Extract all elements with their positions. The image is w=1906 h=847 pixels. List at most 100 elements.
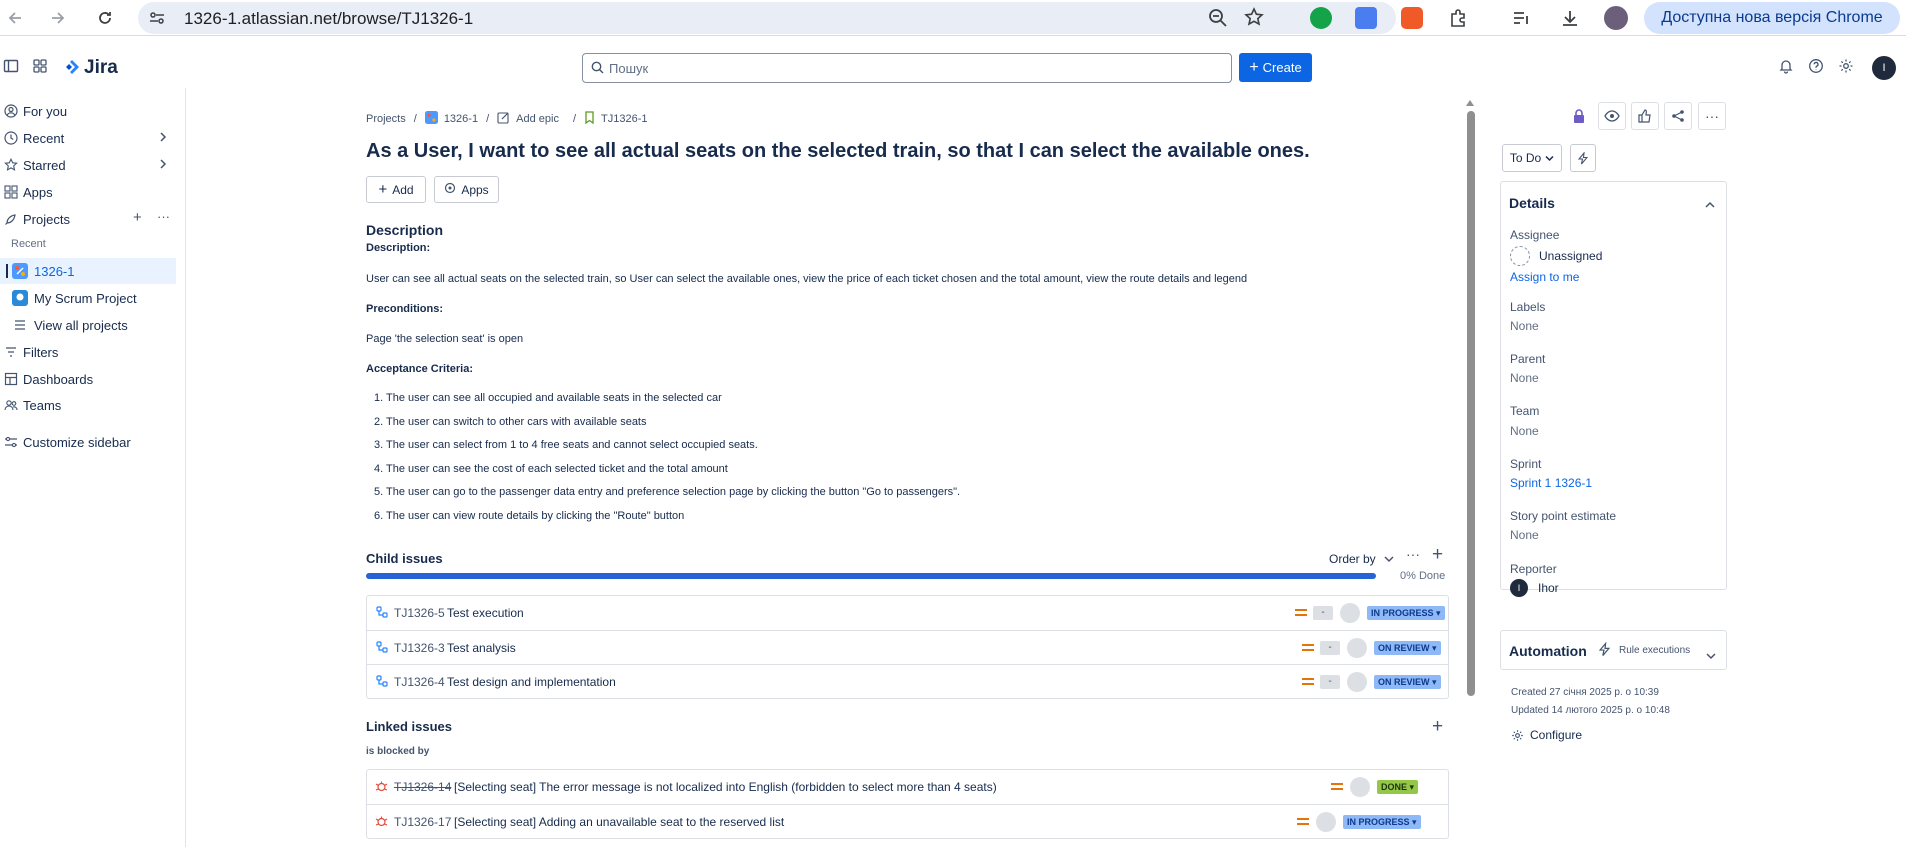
apps-button[interactable]: Apps [434,176,499,203]
site-settings-icon[interactable] [148,9,166,32]
story-points-value[interactable]: None [1510,528,1539,542]
search-input[interactable]: Пошук [582,53,1232,83]
main-scrollbar[interactable] [1464,95,1476,696]
status-badge[interactable]: ON REVIEW ▾ [1374,641,1441,655]
table-row[interactable]: TJ1326-17 [Selecting seat] Adding an una… [367,804,1448,838]
share-icon[interactable] [1664,102,1692,130]
assign-to-me-link[interactable]: Assign to me [1510,270,1579,284]
estimate[interactable]: - [1320,641,1340,655]
issue-key[interactable]: TJ1326-17 [394,815,451,829]
back-icon[interactable] [3,6,27,30]
issue-summary[interactable]: Test design and implementation [447,675,616,689]
sidebar-item-projects[interactable]: Projects + ··· [0,206,176,232]
translate-extension-icon[interactable] [1355,7,1377,29]
status-badge[interactable]: IN PROGRESS ▾ [1343,815,1421,829]
assignee-value[interactable]: Unassigned [1539,249,1602,263]
estimate[interactable]: - [1313,606,1333,620]
download-icon[interactable] [1558,6,1582,30]
assignee-avatar-icon[interactable] [1340,603,1360,623]
status-badge[interactable]: IN PROGRESS ▾ [1367,606,1445,620]
address-bar[interactable]: 1326-1.atlassian.net/browse/TJ1326-1 [138,2,1396,34]
sidebar-item-dashboards[interactable]: Dashboards [0,366,176,392]
recorder-extension-icon[interactable] [1401,7,1423,29]
add-child-issue-icon[interactable]: + [1432,544,1443,566]
sidebar-item-filters[interactable]: Filters [0,339,176,365]
chevron-down-icon[interactable] [1706,647,1716,665]
description-text[interactable]: User can see all actual seats on the sel… [366,273,1247,285]
automation-card[interactable]: Automation Rule executions [1500,630,1727,670]
reading-list-icon[interactable] [1509,6,1533,30]
sidebar-toggle-icon[interactable] [3,58,19,79]
assignee-avatar-icon[interactable] [1347,672,1367,692]
issue-key[interactable]: TJ1326-14 [394,780,451,794]
table-row[interactable]: TJ1326-3 Test analysis - ON REVIEW ▾ [367,630,1448,664]
sprint-link[interactable]: Sprint 1 1326-1 [1510,476,1592,490]
sidebar-item-apps[interactable]: Apps [0,179,176,205]
app-switcher-icon[interactable] [32,58,48,79]
sidebar-item-recent[interactable]: Recent [0,125,176,151]
breadcrumb-issue-key[interactable]: TJ1326-1 [601,113,647,125]
scrollbar-thumb[interactable] [1467,111,1475,696]
grammarly-extension-icon[interactable] [1310,7,1332,29]
more-options-icon[interactable]: ··· [1406,546,1420,562]
table-row[interactable]: TJ1326-4 Test design and implementation … [367,664,1448,698]
assignee-avatar-icon[interactable] [1350,777,1370,797]
assignee-avatar-icon[interactable] [1316,812,1336,832]
chrome-update-button[interactable]: Доступна нова версія Chrome [1644,2,1900,34]
issue-summary[interactable]: [Selecting seat] Adding an unavailable s… [454,815,784,829]
sidebar-item-starred[interactable]: Starred [0,152,176,178]
extensions-puzzle-icon[interactable] [1446,6,1470,30]
table-row[interactable]: TJ1326-14 [Selecting seat] The error mes… [367,770,1448,804]
chevron-right-icon[interactable] [158,157,168,174]
assignee-avatar-icon[interactable] [1347,638,1367,658]
issue-summary[interactable]: Test execution [447,606,524,620]
automation-bolt-button[interactable] [1570,144,1596,172]
profile-avatar[interactable] [1604,6,1628,30]
sidebar-customize[interactable]: Customize sidebar [0,429,176,455]
bookmark-star-icon[interactable] [1244,7,1264,32]
preconditions-text[interactable]: Page 'the selection seat' is open [366,333,523,345]
status-badge[interactable]: DONE ▾ [1377,780,1419,794]
parent-value[interactable]: None [1510,371,1539,385]
watch-eye-icon[interactable] [1598,102,1626,130]
configure-button[interactable]: Configure [1511,728,1582,742]
status-dropdown[interactable]: To Do [1502,144,1562,172]
labels-value[interactable]: None [1510,319,1539,333]
sidebar-view-all-projects[interactable]: View all projects [0,312,176,338]
reload-icon[interactable] [93,6,117,30]
sidebar-item-for-you[interactable]: For you [0,98,176,124]
breadcrumb-projects[interactable]: Projects [366,113,406,125]
zoom-icon[interactable] [1208,8,1228,33]
sidebar-item-teams[interactable]: Teams [0,392,176,418]
reporter-value[interactable]: Ihor [1538,581,1559,595]
chevron-up-icon[interactable] [1705,196,1715,214]
add-project-icon[interactable]: + [133,209,142,226]
table-row[interactable]: TJ1326-5 Test execution - IN PROGRESS ▾ [367,596,1448,630]
breadcrumb-add-epic[interactable]: Add epic [516,113,559,125]
chevron-right-icon[interactable] [158,130,168,147]
add-button[interactable]: + Add [366,176,426,203]
issue-summary[interactable]: [Selecting seat] The error message is no… [454,780,997,794]
team-value[interactable]: None [1510,424,1539,438]
sidebar-project-1326-1[interactable]: 1326-1 [0,258,176,284]
add-linked-issue-icon[interactable]: + [1432,716,1443,738]
more-options-icon[interactable]: ··· [157,209,170,224]
issue-key[interactable]: TJ1326-4 [394,675,445,689]
user-avatar[interactable]: I [1872,56,1896,80]
url-text[interactable]: 1326-1.atlassian.net/browse/TJ1326-1 [184,9,473,29]
issue-title[interactable]: As a User, I want to see all actual seat… [366,140,1310,163]
issue-key[interactable]: TJ1326-5 [394,606,445,620]
help-icon[interactable] [1808,58,1824,79]
settings-gear-icon[interactable] [1838,58,1854,79]
status-badge[interactable]: ON REVIEW ▾ [1374,675,1441,689]
order-by-button[interactable]: Order by [1329,552,1394,566]
sidebar-project-my-scrum-project[interactable]: My Scrum Project [0,285,176,311]
create-button[interactable]: + Create [1239,53,1312,82]
breadcrumb-project[interactable]: 1326-1 [444,113,478,125]
forward-icon[interactable] [46,6,70,30]
thumbs-up-icon[interactable] [1631,102,1659,130]
lock-icon[interactable] [1572,108,1586,129]
jira-logo[interactable]: Jira [64,57,118,79]
issue-summary[interactable]: Test analysis [447,641,516,655]
more-actions-icon[interactable]: ··· [1698,102,1726,130]
